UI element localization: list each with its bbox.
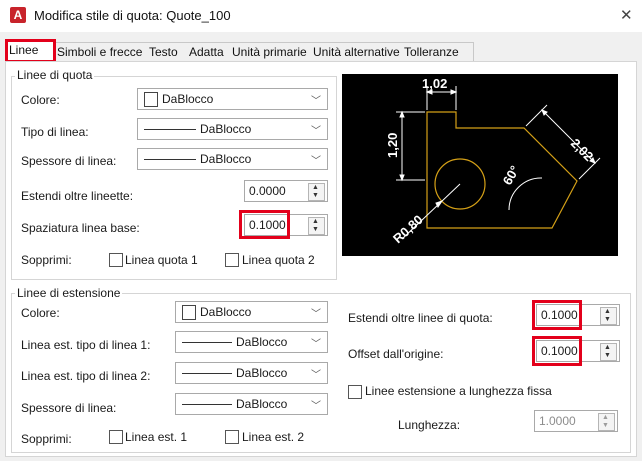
suppress-dim-line-1-label: Linea quota 1 [125, 253, 198, 267]
close-icon[interactable]: ✕ [620, 6, 633, 24]
group-label-linee-di-quota: Linee di quota [15, 68, 95, 82]
dim-color-value: DaBlocco [162, 92, 214, 106]
color-swatch [182, 305, 196, 320]
length-value: 1.0000 [539, 414, 576, 428]
chevron-down-icon: ﹀ [311, 339, 321, 350]
suppress-ext-line-2-label: Linea est. 2 [242, 430, 305, 444]
spinner-arrows-icon[interactable]: ▲ ▼ [598, 413, 615, 431]
ext-linetype2-value: DaBlocco [236, 366, 288, 380]
dim-lineweight-select[interactable]: DaBlocco ﹀ [137, 148, 328, 170]
suppress-ext-line-1-checkbox[interactable] [109, 430, 123, 444]
autocad-app-icon: A [10, 7, 26, 23]
group-label-linee-di-estensione: Linee di estensione [15, 286, 123, 300]
preview-panel: 1,02 1,20 2,02 60° R0,80 [342, 74, 618, 256]
tab-unita-primarie[interactable]: Unità primarie [229, 42, 314, 61]
length-stepper[interactable]: 1.0000 ▲ ▼ [534, 410, 618, 432]
baseline-spacing-label: Spaziatura linea base: [21, 221, 140, 235]
chevron-down-icon: ﹀ [311, 96, 321, 107]
dim-linetype-label: Tipo di linea: [21, 125, 89, 139]
spinner-arrows-icon[interactable]: ▲ ▼ [308, 217, 325, 235]
ext-suppress-label: Sopprimi: [21, 432, 72, 446]
linetype-sample [182, 342, 232, 343]
dim-color-label: Colore: [21, 93, 60, 107]
ext-lineweight-value: DaBlocco [236, 397, 288, 411]
spinner-arrows-icon[interactable]: ▲ ▼ [308, 183, 325, 201]
suppress-ext-line-2-checkbox[interactable] [225, 430, 239, 444]
preview-part-outline [426, 111, 578, 229]
chevron-down-icon: ﹀ [311, 401, 321, 412]
highlight-offset-origin [532, 336, 582, 366]
highlight-baseline-spacing [239, 210, 290, 239]
suppress-ext-line-1-label: Linea est. 1 [125, 430, 188, 444]
ext-lineweight-select[interactable]: DaBlocco ﹀ [175, 393, 328, 415]
extend-ticks-stepper[interactable]: 0.0000 ▲ ▼ [244, 180, 328, 202]
tab-unita-alternative[interactable]: Unità alternative [310, 42, 405, 61]
dimension-preview-drawing: 1,02 1,20 2,02 60° R0,80 [385, 76, 601, 246]
preview-dim-radius: R0,80 [390, 212, 426, 246]
dim-lineweight-value: DaBlocco [200, 152, 252, 166]
fixed-length-label: Linee estensione a lunghezza fissa [365, 384, 552, 398]
tab-tolleranze[interactable]: Tolleranze [401, 42, 474, 61]
dim-suppress-label: Sopprimi: [21, 253, 72, 267]
lineweight-sample [182, 404, 232, 405]
tab-testo[interactable]: Testo [146, 42, 190, 61]
tab-adatta[interactable]: Adatta [186, 42, 233, 61]
spinner-arrows-icon[interactable]: ▲ ▼ [600, 343, 617, 361]
ext-linetype2-label: Linea est. tipo di linea 2: [21, 369, 151, 383]
spinner-arrows-icon[interactable]: ▲ ▼ [600, 307, 617, 325]
fixed-length-checkbox[interactable] [348, 385, 362, 399]
chevron-down-icon: ﹀ [311, 156, 321, 167]
highlight-extend-beyond [532, 300, 582, 330]
lineweight-sample [144, 159, 196, 160]
length-label: Lunghezza: [398, 418, 461, 432]
dim-lineweight-label: Spessore di linea: [21, 154, 117, 168]
offset-origin-label: Offset dall'origine: [348, 347, 444, 361]
ext-color-label: Colore: [21, 306, 60, 320]
preview-dim-top: 1,02 [422, 76, 447, 91]
tab-simboli-e-frecce[interactable]: Simboli e frecce [54, 42, 149, 61]
window-title: Modifica stile di quota: Quote_100 [34, 8, 231, 23]
linetype-sample [182, 373, 232, 374]
highlight-tab-linee [5, 39, 56, 63]
extend-ticks-value: 0.0000 [249, 184, 286, 198]
extend-ticks-label: Estendi oltre lineette: [21, 189, 134, 203]
tab-bar: Linee Simboli e frecce Testo Adatta Unit… [5, 40, 637, 62]
dim-color-select[interactable]: DaBlocco ﹀ [137, 88, 328, 110]
suppress-dim-line-2-label: Linea quota 2 [242, 253, 315, 267]
dim-linetype-select[interactable]: DaBlocco ﹀ [137, 118, 328, 140]
chevron-down-icon: ﹀ [311, 126, 321, 137]
preview-dim-angle: 60° [500, 163, 523, 188]
suppress-dim-line-1-checkbox[interactable] [109, 253, 123, 267]
extend-beyond-label: Estendi oltre linee di quota: [348, 311, 493, 325]
chevron-down-icon: ﹀ [311, 370, 321, 381]
ext-linetype1-label: Linea est. tipo di linea 1: [21, 338, 151, 352]
color-swatch [144, 92, 158, 107]
suppress-dim-line-2-checkbox[interactable] [225, 253, 239, 267]
dim-linetype-value: DaBlocco [200, 122, 252, 136]
ext-linetype1-select[interactable]: DaBlocco ﹀ [175, 331, 328, 353]
preview-dim-left: 1,20 [385, 133, 400, 158]
ext-linetype2-select[interactable]: DaBlocco ﹀ [175, 362, 328, 384]
chevron-down-icon: ﹀ [311, 309, 321, 320]
linetype-sample [144, 129, 196, 130]
ext-color-value: DaBlocco [200, 305, 252, 319]
ext-linetype1-value: DaBlocco [236, 335, 288, 349]
ext-color-select[interactable]: DaBlocco ﹀ [175, 301, 328, 323]
ext-lineweight-label: Spessore di linea: [21, 401, 117, 415]
